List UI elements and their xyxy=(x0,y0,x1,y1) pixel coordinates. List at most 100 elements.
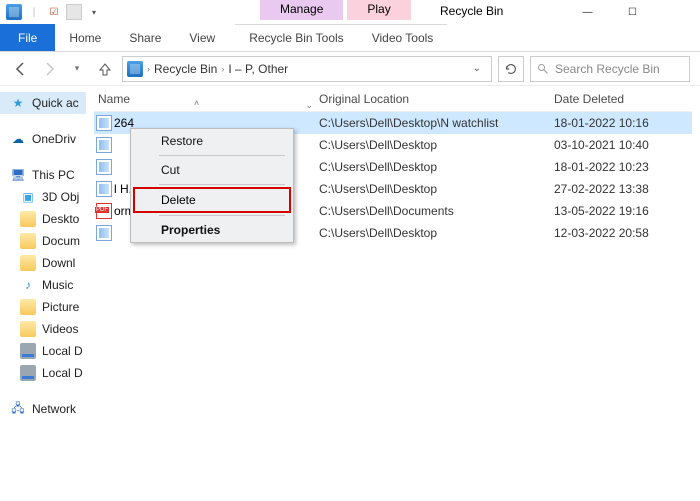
folder-icon xyxy=(20,321,36,337)
title-bar: | ☑ ▾ Manage Play Recycle Bin — ☐ xyxy=(0,0,700,24)
qat-separator: | xyxy=(26,4,42,20)
sidebar-item-label: Local D xyxy=(42,344,83,358)
cell-original-location: C:\Users\Dell\Documents xyxy=(319,204,554,218)
sidebar-item-local-disk-d[interactable]: Local D xyxy=(0,362,86,384)
breadcrumb-group[interactable]: I – P, Other xyxy=(228,62,288,76)
sidebar-item-desktop[interactable]: Deskto xyxy=(0,208,86,230)
drive-icon xyxy=(20,365,36,381)
properties-icon[interactable]: ☑ xyxy=(46,4,62,20)
search-icon xyxy=(537,63,549,75)
menu-item-delete[interactable]: Delete xyxy=(133,187,291,213)
tab-recycle-bin-tools[interactable]: Recycle Bin Tools xyxy=(235,24,358,51)
sidebar-item-pictures[interactable]: Picture xyxy=(0,296,86,318)
sidebar-item-label: Picture xyxy=(42,300,79,314)
chevron-down-icon[interactable]: ⌄ xyxy=(305,100,313,111)
menu-item-restore[interactable]: Restore xyxy=(131,129,293,153)
cell-date-deleted: 13-05-2022 19:16 xyxy=(554,204,692,218)
sidebar-item-label: Deskto xyxy=(42,212,79,226)
window-buttons: — ☐ xyxy=(565,0,700,24)
cell-original-location: C:\Users\Dell\Desktop xyxy=(319,138,554,152)
ribbon-tabs: File Home Share View Recycle Bin Tools V… xyxy=(0,24,700,52)
recent-locations-button[interactable]: ▾ xyxy=(66,58,88,80)
sidebar-item-downloads[interactable]: Downl xyxy=(0,252,86,274)
cell-original-location: C:\Users\Dell\Desktop xyxy=(319,160,554,174)
refresh-button[interactable] xyxy=(498,56,524,82)
manage-header: Manage xyxy=(260,0,343,20)
cell-date-deleted: 18-01-2022 10:23 xyxy=(554,160,692,174)
window-title: Recycle Bin xyxy=(440,4,503,18)
chevron-right-icon[interactable]: › xyxy=(221,64,224,74)
folder-icon xyxy=(20,255,36,271)
tab-video-tools[interactable]: Video Tools xyxy=(358,24,448,51)
network-icon: 🖧 xyxy=(10,401,26,417)
sidebar-item-label: Local D xyxy=(42,366,83,380)
menu-item-properties[interactable]: Properties xyxy=(131,218,293,242)
qat-undo-icon[interactable] xyxy=(66,4,82,20)
folder-icon xyxy=(20,211,36,227)
search-placeholder: Search Recycle Bin xyxy=(555,62,660,76)
cell-date-deleted: 03-10-2021 10:40 xyxy=(554,138,692,152)
navigation-pane: ★ Quick ac ☁ OneDriv 🖥 This PC ▣ 3D Obj … xyxy=(0,86,86,501)
sidebar-item-label: Quick ac xyxy=(32,96,79,110)
sidebar-item-onedrive[interactable]: ☁ OneDriv xyxy=(0,128,86,150)
sidebar-item-this-pc[interactable]: 🖥 This PC xyxy=(0,164,86,186)
cell-original-location: C:\Users\Dell\Desktop xyxy=(319,182,554,196)
file-icon xyxy=(94,115,114,131)
search-box[interactable]: Search Recycle Bin xyxy=(530,56,690,82)
sidebar-item-label: This PC xyxy=(32,168,75,182)
file-icon xyxy=(94,225,114,241)
sidebar-item-documents[interactable]: Docum xyxy=(0,230,86,252)
file-icon xyxy=(94,137,114,153)
menu-item-cut[interactable]: Cut xyxy=(131,158,293,182)
chevron-right-icon[interactable]: › xyxy=(147,64,150,74)
sidebar-item-videos[interactable]: Videos xyxy=(0,318,86,340)
sidebar-item-label: Videos xyxy=(42,322,78,336)
menu-separator xyxy=(159,215,285,216)
play-header: Play xyxy=(347,0,410,20)
sidebar-item-music[interactable]: ♪ Music xyxy=(0,274,86,296)
tab-file[interactable]: File xyxy=(0,24,55,51)
cell-original-location: C:\Users\Dell\Desktop\N watchlist xyxy=(319,116,554,130)
address-bar[interactable]: › Recycle Bin › I – P, Other ⌄ xyxy=(122,56,492,82)
sidebar-item-network[interactable]: 🖧 Network xyxy=(0,398,86,420)
context-menu: Restore Cut Delete Properties xyxy=(130,128,294,243)
file-icon xyxy=(94,159,114,175)
menu-separator xyxy=(159,184,285,185)
tab-share[interactable]: Share xyxy=(115,24,175,51)
sidebar-item-label: Docum xyxy=(42,234,80,248)
tab-home[interactable]: Home xyxy=(55,24,115,51)
minimize-button[interactable]: — xyxy=(565,0,610,24)
column-header-label: Name xyxy=(98,92,130,106)
back-button[interactable] xyxy=(10,58,32,80)
star-icon: ★ xyxy=(10,95,26,111)
up-button[interactable] xyxy=(94,58,116,80)
recycle-bin-icon xyxy=(6,4,22,20)
sidebar-item-label: Music xyxy=(42,278,73,292)
maximize-button[interactable]: ☐ xyxy=(610,0,655,24)
cell-date-deleted: 12-03-2022 20:58 xyxy=(554,226,692,240)
close-button[interactable] xyxy=(655,0,700,24)
column-header-original-location[interactable]: Original Location xyxy=(319,92,554,106)
menu-separator xyxy=(159,155,285,156)
navigation-bar: ▾ › Recycle Bin › I – P, Other ⌄ Search … xyxy=(0,52,700,86)
sidebar-item-label: OneDriv xyxy=(32,132,76,146)
music-icon: ♪ xyxy=(20,277,36,293)
forward-button[interactable] xyxy=(38,58,60,80)
sidebar-item-3d-objects[interactable]: ▣ 3D Obj xyxy=(0,186,86,208)
breadcrumb-recycle-bin[interactable]: Recycle Bin xyxy=(154,62,217,76)
sidebar-item-label: 3D Obj xyxy=(42,190,79,204)
file-icon xyxy=(94,181,114,197)
pc-icon: 🖥 xyxy=(10,167,26,183)
sidebar-item-label: Network xyxy=(32,402,76,416)
address-dropdown-icon[interactable]: ⌄ xyxy=(473,63,487,74)
column-header-date-deleted[interactable]: Date Deleted xyxy=(554,92,692,106)
tab-view[interactable]: View xyxy=(175,24,229,51)
sidebar-item-quick-access[interactable]: ★ Quick ac xyxy=(0,92,86,114)
column-header-name[interactable]: Name ˄ ⌄ xyxy=(94,92,319,106)
contextual-tab-headers: Manage Play xyxy=(260,0,411,20)
sidebar-item-local-disk-c[interactable]: Local D xyxy=(0,340,86,362)
qat-customize-icon[interactable]: ▾ xyxy=(86,4,102,20)
drive-icon xyxy=(20,343,36,359)
column-headers: Name ˄ ⌄ Original Location Date Deleted xyxy=(94,86,692,112)
quick-access-toolbar: | ☑ ▾ xyxy=(0,4,102,20)
